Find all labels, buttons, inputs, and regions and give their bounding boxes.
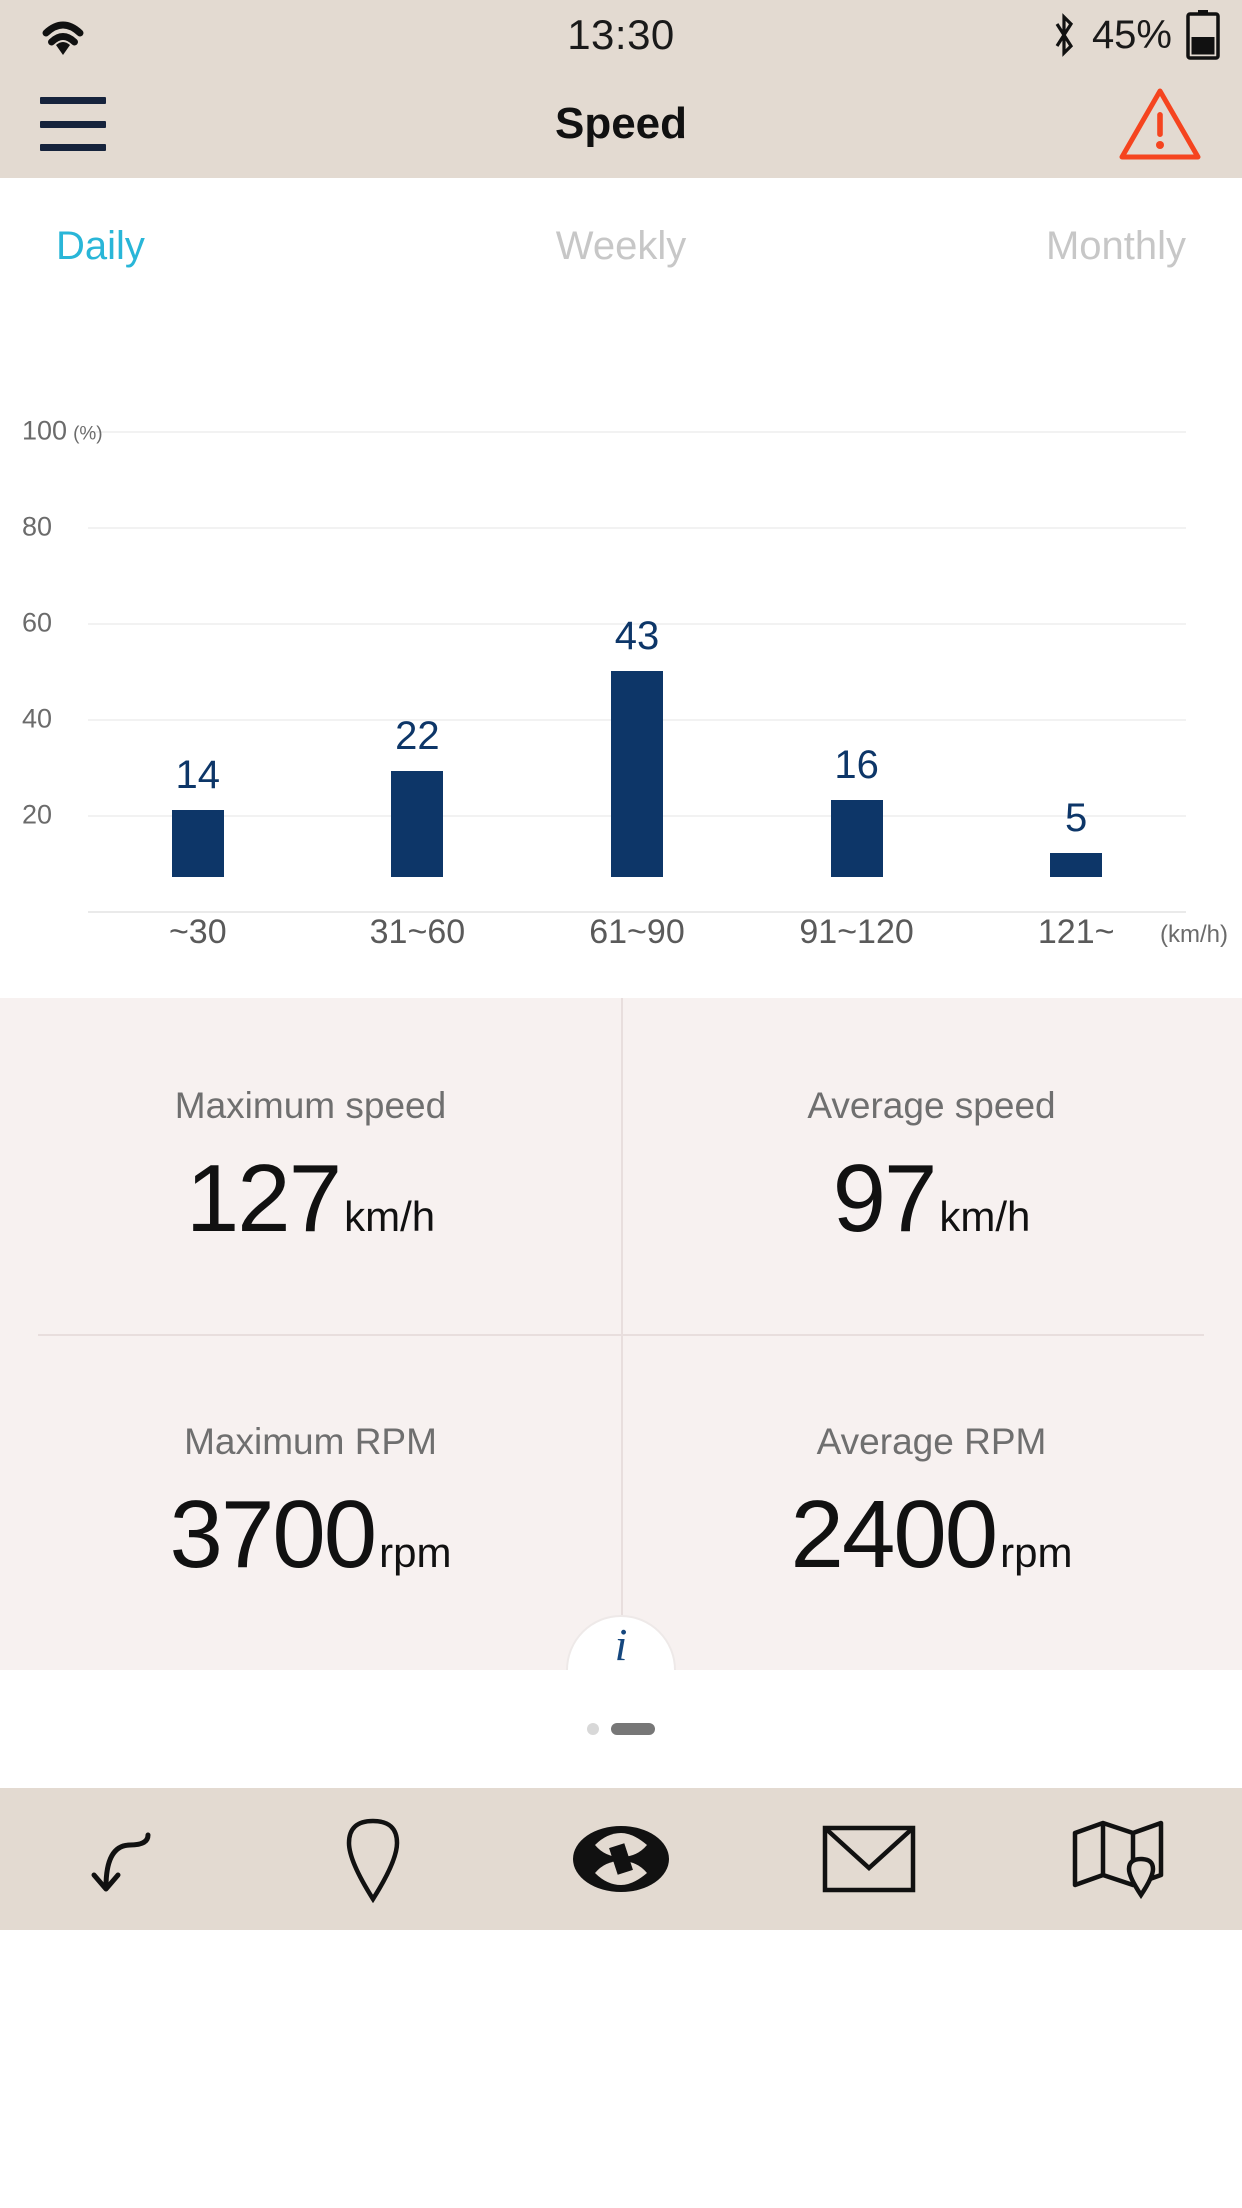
stat-number: 97 (832, 1145, 938, 1252)
page-dot-active[interactable] (611, 1723, 655, 1735)
nav-back-button[interactable] (64, 1809, 184, 1909)
nav-mail-button[interactable] (809, 1809, 929, 1909)
stat-label: Average RPM (816, 1421, 1047, 1462)
bar-column[interactable]: 5 (966, 283, 1186, 877)
x-axis-labels: ~30 31~60 61~90 91~120 121~ (km/h) (88, 913, 1228, 952)
location-pin-icon (346, 1818, 399, 1903)
xlabel-1: 31~60 (369, 913, 466, 951)
ytick-80: 80 (22, 511, 53, 542)
map-icon (1072, 1820, 1163, 1899)
stat-number: 127 (185, 1145, 342, 1252)
stat-value: 2400 rpm (791, 1487, 1073, 1583)
stat-label: Maximum RPM (184, 1421, 437, 1462)
bar[interactable] (1050, 853, 1103, 877)
chart-card: Daily Weekly Monthly 100 (%) 80 60 40 20 … (0, 178, 1242, 952)
page-dot[interactable] (587, 1723, 599, 1735)
bar-column[interactable]: 14 (88, 283, 308, 877)
xlabel-2: 61~90 (589, 913, 685, 951)
tab-weekly[interactable]: Weekly (433, 224, 810, 269)
stat-average-rpm: Average RPM 2400 rpm (621, 1334, 1242, 1670)
nav-map-button[interactable] (1058, 1809, 1178, 1909)
bar-column[interactable]: 16 (747, 283, 967, 877)
xlabel-3: 91~120 (799, 913, 914, 951)
ytick-40: 40 (22, 703, 53, 734)
bar[interactable] (830, 800, 883, 877)
hyundai-logo-icon (572, 1826, 669, 1892)
stats-panel: Maximum speed 127 km/h Average speed 97 … (0, 998, 1242, 1670)
battery-icon (1186, 10, 1220, 60)
bluetooth-icon (1055, 13, 1073, 57)
info-glyph: i (614, 1619, 628, 1670)
bar[interactable] (171, 809, 224, 877)
status-bar: 13:30 45% (0, 0, 1242, 70)
stat-maximum-rpm: Maximum RPM 3700 rpm (0, 1334, 621, 1670)
bar[interactable] (610, 670, 663, 877)
app-header: Speed (0, 70, 1242, 178)
bar-value-label: 5 (1065, 796, 1088, 840)
warning-triangle-icon[interactable] (1118, 85, 1202, 163)
nav-location-button[interactable] (313, 1809, 433, 1909)
tab-monthly[interactable]: Monthly (809, 224, 1186, 269)
ytick-60: 60 (22, 607, 53, 638)
stat-value: 127 km/h (186, 1151, 435, 1247)
page-title: Speed (554, 99, 688, 148)
stat-unit: rpm (379, 1529, 452, 1576)
stat-number: 3700 (169, 1481, 378, 1588)
xlabel-4: 121~ (1037, 913, 1115, 951)
bar-column[interactable]: 43 (527, 283, 747, 877)
horizontal-divider (38, 1334, 1204, 1336)
bar-value-label: 22 (395, 714, 440, 759)
status-right-group: 45% (1050, 10, 1220, 60)
battery-percentage: 45% (1091, 12, 1172, 57)
ytick-20: 20 (22, 799, 53, 830)
stat-value: 3700 rpm (170, 1487, 452, 1583)
bar[interactable] (391, 771, 444, 877)
stat-unit: km/h (344, 1193, 436, 1240)
xlabel-0: ~30 (168, 913, 227, 951)
nav-home-button[interactable] (561, 1809, 681, 1909)
mail-envelope-icon (823, 1825, 916, 1893)
stat-unit: rpm (1000, 1529, 1073, 1576)
bar-value-label: 43 (614, 613, 660, 658)
tab-daily[interactable]: Daily (56, 224, 433, 269)
stat-unit: km/h (939, 1193, 1031, 1240)
stat-value: 97 km/h (833, 1151, 1031, 1247)
speed-distribution-chart: 100 (%) 80 60 40 20 14 22 43 16 5 (0, 317, 1242, 913)
back-arrow-icon (91, 1832, 151, 1892)
bar-value-label: 16 (834, 743, 879, 788)
stat-average-speed: Average speed 97 km/h (621, 998, 1242, 1334)
stat-maximum-speed: Maximum speed 127 km/h (0, 998, 621, 1334)
bar-value-label: 14 (175, 752, 221, 797)
bar-column[interactable]: 22 (308, 283, 528, 877)
stat-label: Maximum speed (174, 1085, 447, 1126)
bottom-nav-bar (0, 1788, 1242, 1930)
bar-group: 14 22 43 16 5 (88, 283, 1186, 877)
x-axis-unit: (km/h) (1160, 921, 1228, 948)
stat-label: Average speed (807, 1085, 1056, 1126)
period-tab-bar: Daily Weekly Monthly (0, 178, 1242, 269)
stat-number: 2400 (790, 1481, 999, 1588)
page-indicator (0, 1670, 1242, 1788)
